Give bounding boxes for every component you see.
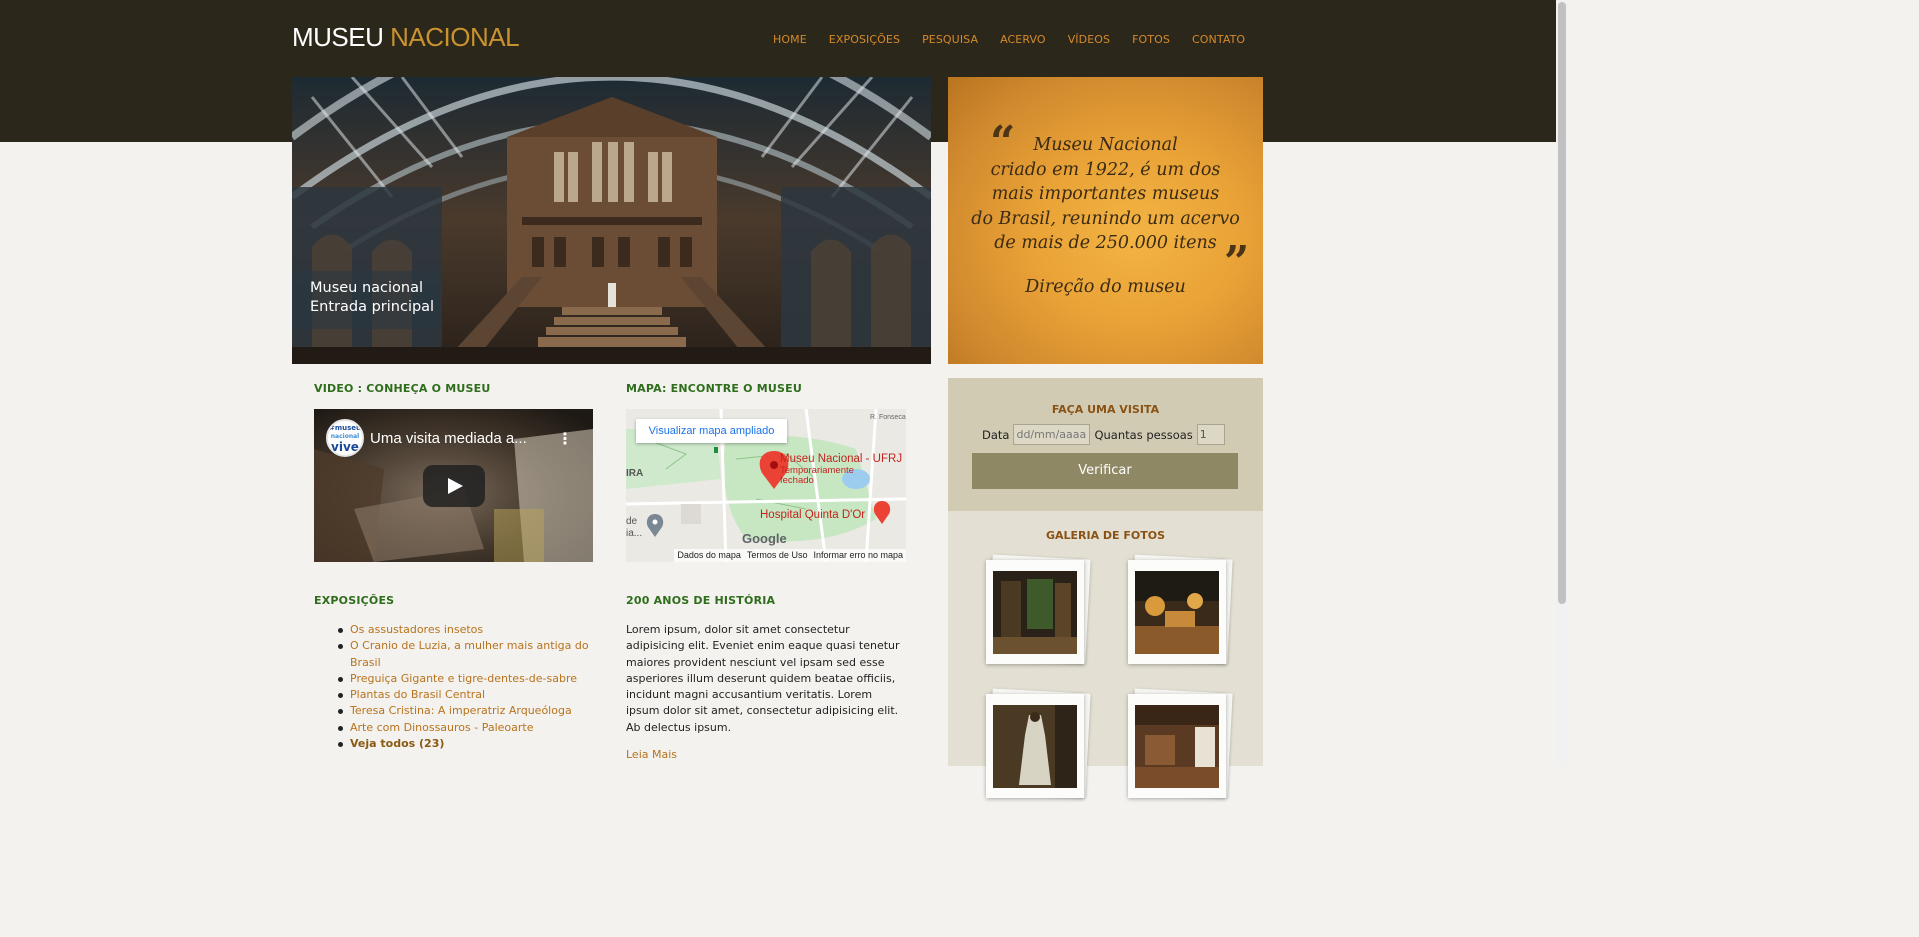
gallery-photo-2[interactable] bbox=[1128, 554, 1233, 664]
read-more-link[interactable]: Leia Mais bbox=[626, 748, 677, 761]
nav-videos[interactable]: VÍDEOS bbox=[1068, 33, 1110, 46]
video-player[interactable]: #museu nacional vive Uma visita mediada … bbox=[314, 409, 593, 562]
map-street-label: R. Fonseca bbox=[870, 414, 906, 421]
play-button-icon[interactable] bbox=[423, 465, 485, 507]
map-place-status-2: fechado bbox=[780, 475, 814, 486]
map-terms-link[interactable]: Termos de Uso bbox=[743, 549, 811, 562]
date-input[interactable]: dd/mm/aaaa bbox=[1013, 424, 1091, 445]
channel-avatar[interactable]: #museu nacional vive bbox=[326, 419, 364, 457]
main-nav: HOME EXPOSIÇÕES PESQUISA ACERVO VÍDEOS F… bbox=[773, 33, 1267, 46]
verify-button[interactable]: Verificar bbox=[972, 453, 1238, 489]
map-side-label-1: IRA bbox=[626, 468, 644, 479]
history-heading: 200 ANOS DE HISTÓRIA bbox=[626, 594, 776, 607]
photo-frame bbox=[1128, 560, 1226, 664]
photo-frame bbox=[986, 560, 1084, 664]
exhibitions-heading: EXPOSIÇÕES bbox=[314, 594, 395, 607]
gallery-photo-1[interactable] bbox=[986, 554, 1091, 664]
gallery-photo-4[interactable] bbox=[1128, 688, 1233, 798]
hero-caption-line-1: Museu nacional bbox=[310, 280, 424, 296]
exhibition-link[interactable]: Teresa Cristina: A imperatriz Arqueóloga bbox=[338, 703, 590, 719]
people-input[interactable]: 1 bbox=[1196, 424, 1225, 445]
photo-frame bbox=[1128, 694, 1226, 798]
hero-caption-line-2: Entrada principal bbox=[310, 299, 435, 315]
people-label: Quantas pessoas bbox=[1094, 427, 1193, 442]
map-report-link[interactable]: Informar erro no mapa bbox=[810, 549, 906, 562]
map-hospital-label[interactable]: Hospital Quinta D'Or bbox=[760, 509, 865, 521]
map-place-name[interactable]: Museu Nacional - UFRJ bbox=[780, 453, 902, 465]
nav-home[interactable]: HOME bbox=[773, 33, 807, 46]
view-larger-map-button[interactable]: Visualizar mapa ampliado bbox=[636, 419, 787, 443]
exhibition-link[interactable]: Preguiça Gigante e tigre-dentes-de-sabre bbox=[338, 671, 590, 687]
video-heading: VIDEO : CONHEÇA O MUSEU bbox=[314, 382, 491, 395]
hero-image: Museu nacional Entrada principal bbox=[292, 77, 931, 364]
hero-caption: Museu nacional Entrada principal bbox=[292, 271, 440, 329]
visit-form: FAÇA UMA VISITA Data dd/mm/aaaa Quantas … bbox=[948, 378, 1263, 511]
photo-gallery: GALERIA DE FOTOS bbox=[948, 511, 1263, 798]
quote-line-4: do Brasil, reunindo um acervo bbox=[971, 208, 1240, 229]
photo-image bbox=[993, 705, 1077, 788]
exhibition-link[interactable]: Os assustadores insetos bbox=[338, 622, 590, 638]
avatar-tag-2: nacional bbox=[330, 433, 360, 440]
quote-line-2: criado em 1922, é um dos bbox=[990, 159, 1221, 180]
see-all-exhibitions-link[interactable]: Veja todos (23) bbox=[338, 736, 590, 752]
date-label: Data bbox=[982, 427, 1010, 442]
embedded-map[interactable]: Visualizar mapa ampliado Museu Nacional … bbox=[626, 409, 906, 562]
kebab-menu-icon[interactable]: ⋮ bbox=[557, 429, 573, 448]
visit-fields: Data dd/mm/aaaa Quantas pessoas 1 bbox=[982, 424, 1229, 445]
avatar-tag-1: #museu bbox=[328, 424, 362, 432]
avatar-tag-3: vive bbox=[331, 440, 359, 454]
photo-image bbox=[1135, 571, 1219, 654]
nav-acervo[interactable]: ACERVO bbox=[1000, 33, 1046, 46]
gallery-title: GALERIA DE FOTOS bbox=[1045, 529, 1166, 542]
photo-image bbox=[1135, 705, 1219, 788]
scrollbar-thumb[interactable] bbox=[1558, 2, 1566, 604]
history-text: Lorem ipsum, dolor sit amet consectetur … bbox=[626, 623, 900, 734]
quote-line-3: mais importantes museus bbox=[991, 184, 1220, 204]
nav-pesquisa[interactable]: PESQUISA bbox=[922, 33, 978, 46]
exhibition-link[interactable]: Arte com Dinossauros - Paleoarte bbox=[338, 720, 590, 736]
map-footer: Dados do mapa Termos de Uso Informar err… bbox=[626, 549, 906, 562]
exhibition-link[interactable]: Plantas do Brasil Central bbox=[338, 687, 590, 703]
quote-line-5: de mais de 250.000 itens bbox=[994, 233, 1217, 253]
map-heading: MAPA: ENCONTRE O MUSEU bbox=[626, 382, 802, 395]
visit-title: FAÇA UMA VISITA bbox=[1051, 403, 1160, 416]
quote-line-1: Museu Nacional bbox=[1033, 135, 1178, 155]
page-scrollbar[interactable] bbox=[1556, 0, 1568, 766]
logo-word-nacional: NACIONAL bbox=[390, 22, 520, 52]
map-data-link[interactable]: Dados do mapa bbox=[674, 549, 744, 562]
nav-contato[interactable]: CONTATO bbox=[1192, 33, 1245, 46]
photo-frame bbox=[986, 694, 1084, 798]
gallery-photo-3[interactable] bbox=[986, 688, 1091, 798]
exhibitions-list: Os assustadores insetos O Cranio de Luzi… bbox=[338, 622, 590, 752]
site-logo[interactable]: MUSEU NACIONAL bbox=[292, 22, 520, 52]
quote-box: “ Museu Nacional criado em 1922, é um do… bbox=[948, 77, 1263, 364]
logo-word-museu: MUSEU bbox=[292, 22, 391, 52]
quote-text: Museu Nacional criado em 1922, é um dos … bbox=[948, 133, 1263, 256]
nav-fotos[interactable]: FOTOS bbox=[1132, 33, 1170, 46]
quote-signature: Direção do museu bbox=[1025, 277, 1186, 297]
map-side-label-2: de bbox=[626, 516, 638, 527]
map-side-label-3: ia... bbox=[626, 528, 643, 539]
exhibition-link[interactable]: O Cranio de Luzia, a mulher mais antiga … bbox=[338, 638, 590, 671]
google-logo: Google bbox=[742, 531, 787, 546]
photo-image bbox=[993, 571, 1077, 654]
nav-exposicoes[interactable]: EXPOSIÇÕES bbox=[829, 33, 900, 46]
video-title[interactable]: Uma visita mediada a... bbox=[370, 430, 527, 447]
